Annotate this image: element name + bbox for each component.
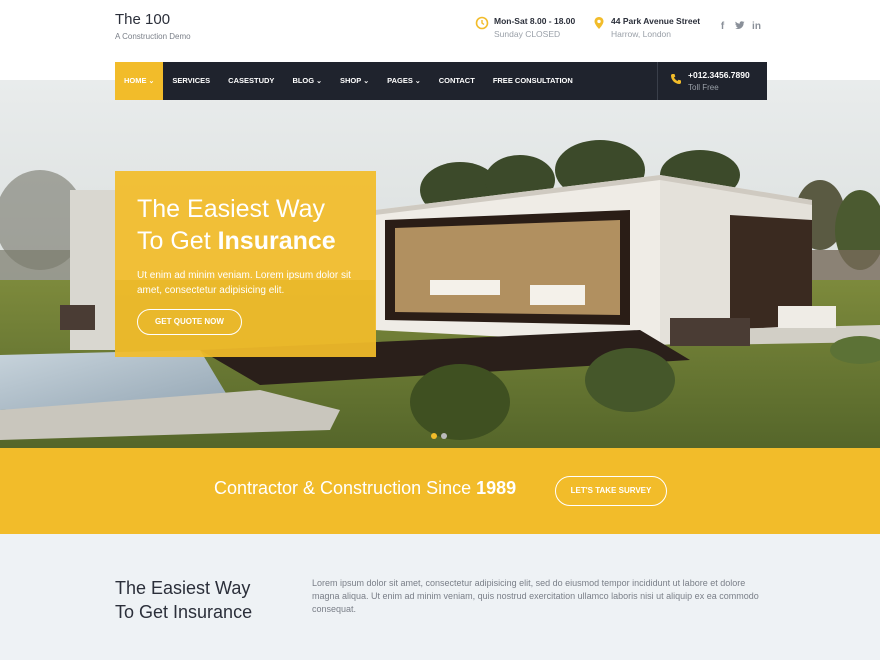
- nav-item-services[interactable]: SERVICES: [163, 62, 219, 100]
- band-heading-year: 1989: [476, 478, 517, 498]
- intro-heading: The Easiest Way To Get Insurance: [115, 576, 295, 624]
- nav-item-home[interactable]: HOME ⌄: [115, 62, 164, 100]
- cta-band: Contractor & Construction Since 1989 LET…: [0, 448, 880, 534]
- chevron-down-icon: ⌄: [414, 78, 421, 85]
- hero-title-line2-bold: Insurance: [217, 227, 336, 255]
- hero-text: Ut enim ad minim veniam. Lorem ipsum dol…: [137, 270, 351, 296]
- hours-sub: Sunday CLOSED: [494, 29, 561, 39]
- phone-label: Toll Free: [688, 83, 719, 92]
- intro-text: Lorem ipsum dolor sit amet, consectetur …: [312, 578, 759, 614]
- hours-main: Mon-Sat 8.00 - 18.00: [494, 16, 576, 26]
- band-heading-text: Contractor & Construction Since: [214, 478, 477, 498]
- clock-icon: [475, 16, 489, 30]
- nav-item-pages[interactable]: PAGES ⌄: [378, 62, 430, 100]
- chevron-down-icon: ⌄: [148, 78, 155, 85]
- slider-pagination: [431, 433, 447, 439]
- intro-section: The Easiest Way To Get Insurance Lorem i…: [0, 534, 880, 660]
- hero-title-line1: The Easiest Way: [137, 195, 326, 223]
- band-heading: Contractor & Construction Since 1989: [214, 478, 516, 499]
- location-pin-icon: [592, 16, 606, 30]
- chevron-down-icon: ⌄: [316, 78, 322, 85]
- get-quote-button[interactable]: GET QUOTE NOW: [137, 309, 242, 335]
- twitter-icon[interactable]: [735, 21, 745, 33]
- nav-item-contact[interactable]: CONTACT: [430, 62, 484, 100]
- phone-number[interactable]: +012.3456.7890: [688, 70, 750, 80]
- chevron-down-icon: ⌄: [363, 78, 370, 85]
- facebook-icon[interactable]: f: [718, 21, 727, 33]
- phone-icon: [670, 72, 682, 90]
- slider-dot-2[interactable]: [441, 433, 447, 439]
- hero-slider: The Easiest Way To Get Insurance Ut enim…: [0, 80, 880, 448]
- hero-title: The Easiest Way To Get Insurance: [137, 193, 336, 257]
- take-survey-button[interactable]: LET'S TAKE SURVEY: [555, 476, 667, 506]
- nav-menu: HOME ⌄ SERVICES CASESTUDY BLOG ⌄ SHOP ⌄ PAG…: [115, 62, 582, 100]
- nav-item-casestudy[interactable]: CASESTUDY: [219, 62, 283, 100]
- site-tagline: A Construction Demo: [115, 32, 191, 41]
- hero-title-line2-prefix: To Get: [137, 227, 218, 255]
- intro-heading-line2: To Get Insurance: [115, 602, 253, 622]
- linkedin-icon[interactable]: in: [752, 21, 761, 33]
- nav-item-blog[interactable]: BLOG ⌄: [283, 62, 331, 100]
- nav-item-free-consultation[interactable]: FREE CONSULTATION: [484, 62, 582, 100]
- main-navigation: HOME ⌄ SERVICES CASESTUDY BLOG ⌄ SHOP ⌄ PAG…: [115, 62, 767, 100]
- social-links: f in: [718, 21, 761, 33]
- intro-heading-line1: The Easiest Way: [115, 578, 251, 598]
- address-sub: Harrow, London: [611, 29, 672, 39]
- nav-item-shop[interactable]: SHOP ⌄: [331, 62, 378, 100]
- nav-phone[interactable]: +012.3456.7890 Toll Free: [657, 62, 767, 100]
- slider-dot-1[interactable]: [431, 433, 437, 439]
- site-title[interactable]: The 100: [115, 11, 170, 28]
- address-main: 44 Park Avenue Street: [611, 16, 701, 26]
- hero-caption-box: The Easiest Way To Get Insurance Ut enim…: [115, 171, 376, 357]
